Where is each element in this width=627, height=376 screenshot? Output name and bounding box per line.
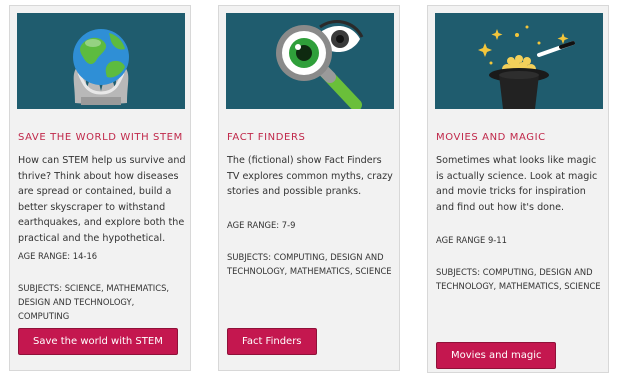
- age-range: AGE RANGE: 7-9: [227, 220, 296, 230]
- magnifying-glass-eye-icon: [226, 13, 394, 109]
- card-description: Sometimes what looks like magic is actua…: [436, 155, 598, 213]
- age-range: AGE RANGE: 14-16: [18, 251, 98, 261]
- subjects: SUBJECTS: COMPUTING, DESIGN AND TECHNOLO…: [227, 252, 392, 277]
- activity-card-stem: SAVE THE WORLD WITH STEM How can STEM he…: [9, 5, 191, 371]
- globe-in-hands-icon: [17, 13, 185, 109]
- magic-hat-wand-icon: [435, 13, 603, 109]
- card-title: SAVE THE WORLD WITH STEM: [18, 132, 183, 143]
- card-title: MOVIES AND MAGIC: [436, 132, 546, 143]
- save-the-world-button[interactable]: Save the world with STEM: [18, 328, 178, 355]
- activity-card-movies-magic: MOVIES AND MAGIC Sometimes what looks li…: [427, 5, 609, 373]
- card-title: FACT FINDERS: [227, 132, 306, 143]
- movies-and-magic-button[interactable]: Movies and magic: [436, 342, 557, 369]
- fact-finders-button[interactable]: Fact Finders: [227, 328, 317, 355]
- age-range: AGE RANGE 9-11: [436, 235, 507, 245]
- subjects: SUBJECTS: SCIENCE, MATHEMATICS, DESIGN A…: [18, 283, 170, 322]
- card-description: How can STEM help us survive and thrive?…: [18, 155, 186, 244]
- activity-card-fact-finders: FACT FINDERS The (fictional) show Fact F…: [218, 5, 400, 371]
- card-description: The (fictional) show Fact Finders TV exp…: [227, 155, 393, 198]
- subjects: SUBJECTS: COMPUTING, DESIGN AND TECHNOLO…: [436, 267, 601, 292]
